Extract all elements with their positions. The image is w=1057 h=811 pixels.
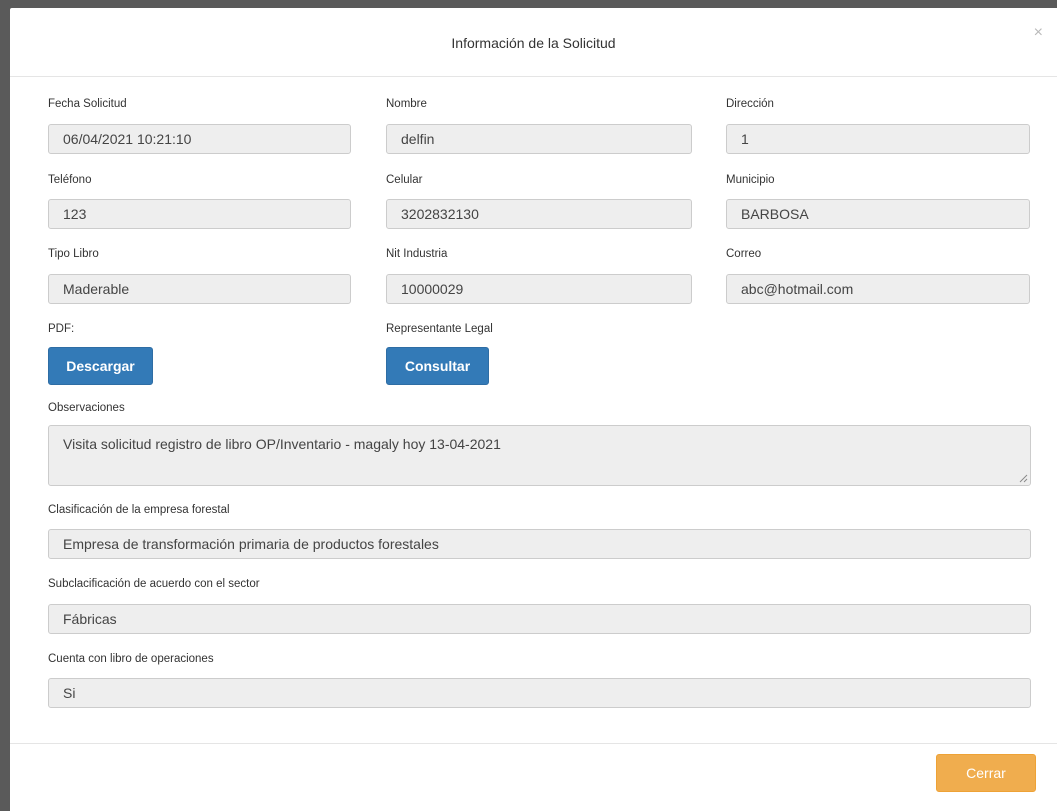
descargar-button[interactable]: Descargar <box>48 347 153 385</box>
modal-title: Información de la Solicitud <box>451 35 616 51</box>
label-celular: Celular <box>386 174 423 186</box>
label-observaciones: Observaciones <box>48 402 125 414</box>
label-representante-legal: Representante Legal <box>386 323 493 335</box>
clasificacion-field[interactable]: Empresa de transformación primaria de pr… <box>48 529 1031 559</box>
label-direccion: Dirección <box>726 98 774 110</box>
observaciones-textarea[interactable]: Visita solicitud registro de libro OP/In… <box>48 425 1031 486</box>
correo-field[interactable]: abc@hotmail.com <box>726 274 1030 304</box>
observaciones-text: Visita solicitud registro de libro OP/In… <box>63 436 501 452</box>
celular-field[interactable]: 3202832130 <box>386 199 692 229</box>
label-correo: Correo <box>726 248 762 260</box>
label-clasificacion: Clasificación de la empresa forestal <box>48 504 230 516</box>
label-pdf: PDF: <box>48 323 75 335</box>
label-telefono: Teléfono <box>48 174 92 186</box>
label-nit-industria: Nit Industria <box>386 248 448 260</box>
label-tipo-libro: Tipo Libro <box>48 248 99 260</box>
direccion-field[interactable]: 1 <box>726 124 1030 154</box>
nombre-field[interactable]: delfin <box>386 124 692 154</box>
telefono-field[interactable]: 123 <box>48 199 351 229</box>
subclasificacion-field[interactable]: Fábricas <box>48 604 1031 634</box>
label-subclasificacion: Subclacificación de acuerdo con el secto… <box>48 578 260 590</box>
modal-header: Información de la Solicitud × <box>10 8 1057 77</box>
resize-grip-icon[interactable] <box>1018 473 1028 483</box>
solicitud-modal: Información de la Solicitud × Fecha Soli… <box>10 8 1057 811</box>
fecha-solicitud-field[interactable]: 06/04/2021 10:21:10 <box>48 124 351 154</box>
nit-industria-field[interactable]: 10000029 <box>386 274 692 304</box>
footer-divider <box>10 743 1057 744</box>
libro-operaciones-field[interactable]: Si <box>48 678 1031 708</box>
municipio-field[interactable]: BARBOSA <box>726 199 1030 229</box>
cerrar-button[interactable]: Cerrar <box>936 754 1036 792</box>
label-fecha-solicitud: Fecha Solicitud <box>48 98 127 110</box>
close-icon[interactable]: × <box>1034 25 1043 41</box>
label-libro-operaciones: Cuenta con libro de operaciones <box>48 653 214 665</box>
tipo-libro-field[interactable]: Maderable <box>48 274 351 304</box>
label-municipio: Municipio <box>726 174 775 186</box>
label-nombre: Nombre <box>386 98 427 110</box>
consultar-button[interactable]: Consultar <box>386 347 489 385</box>
